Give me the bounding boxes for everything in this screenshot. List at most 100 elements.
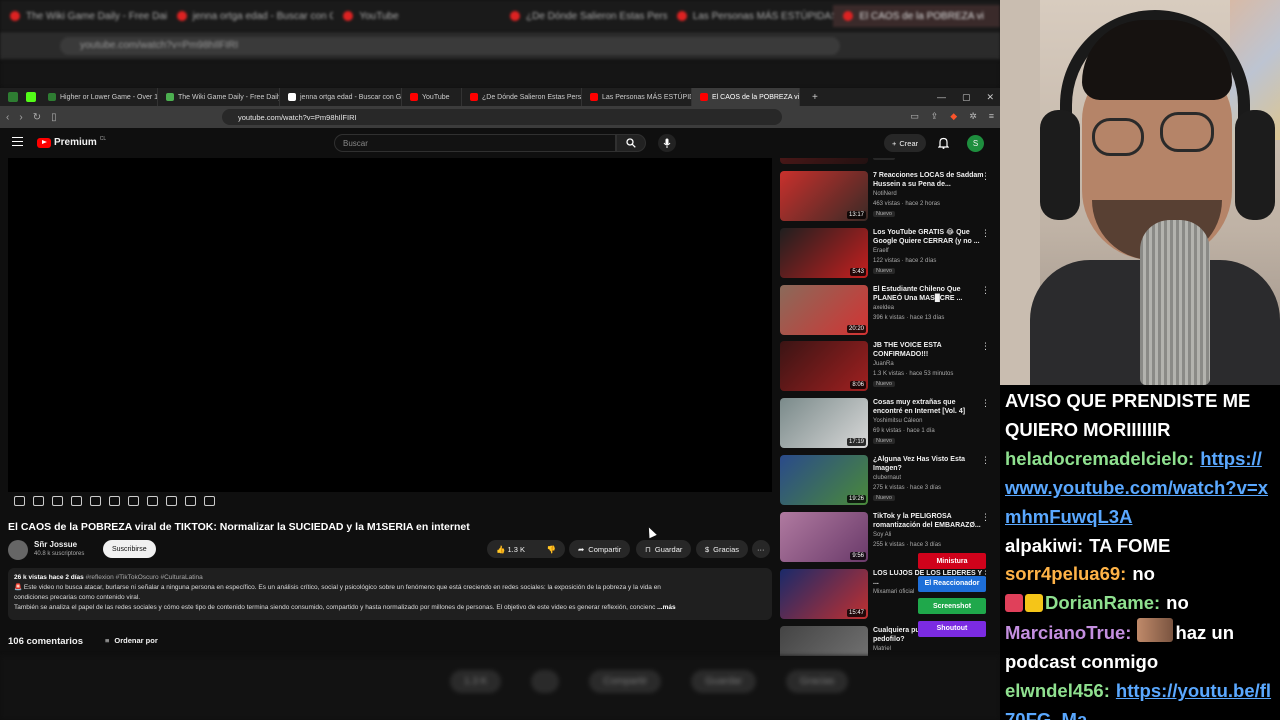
recommended-video[interactable]: Nuevo⋮ <box>780 158 1000 168</box>
subscribe-button[interactable]: Suscribirse <box>103 540 156 558</box>
screenshot-icon[interactable] <box>147 496 158 506</box>
tab[interactable]: The Wiki Game Daily - Free Daily Y <box>158 88 280 106</box>
tab[interactable]: YouTube <box>402 88 462 106</box>
recommended-channel[interactable]: Matriel <box>873 646 891 652</box>
recommended-video[interactable]: 8:06 JB THE VOICE ESTA CONFIRMADO!!! JuanR… <box>780 341 1000 395</box>
voice-search-button[interactable] <box>658 134 676 152</box>
recommended-channel[interactable]: clubernaut <box>873 475 901 481</box>
recommended-video[interactable]: 20:20 El Estudiante Chileno Que PLANEÓ Un… <box>780 285 1000 339</box>
share-icon[interactable]: ⇪ <box>931 111 939 122</box>
chat-username[interactable]: MarcianoTrue: <box>1005 622 1131 643</box>
search-button[interactable] <box>616 134 646 152</box>
flask-icon[interactable] <box>185 496 196 506</box>
dislike-button[interactable]: 👎 <box>547 545 556 554</box>
recommended-channel[interactable]: Mixamari oficial <box>873 589 914 595</box>
recommended-title[interactable]: Cosas muy extrañas que encontré en Inter… <box>873 398 985 416</box>
more-options-icon[interactable]: ⋮ <box>981 228 990 239</box>
save-button[interactable]: ⊓ Guardar <box>636 540 692 558</box>
video-thumbnail[interactable]: 19:26 <box>780 455 868 505</box>
recommended-video[interactable]: 19:26 ¿Alguna Vez Has Visto Esta Imagen? c… <box>780 455 1000 509</box>
more-actions-button[interactable]: ··· <box>752 540 770 558</box>
recommended-channel[interactable]: axeldea <box>873 305 894 311</box>
more-options-icon[interactable]: ⋮ <box>981 285 990 296</box>
video-thumbnail[interactable] <box>780 158 868 164</box>
tab[interactable]: Las Personas MÁS ESTÚPIDAS De <box>582 88 692 106</box>
chat-username[interactable]: heladocremadelcielo: <box>1005 448 1194 469</box>
recommended-title[interactable]: JB THE VOICE ESTA CONFIRMADO!!! <box>873 341 985 359</box>
recommended-title[interactable]: 7 Reacciones LOCAS de Saddam Hussein a s… <box>873 171 985 189</box>
description-box[interactable]: 26 k vistas hace 2 días #reflexion #TikT… <box>8 568 772 620</box>
speed-icon[interactable] <box>109 496 120 506</box>
tab-active[interactable]: El CAOS de la POBREZA viral✕ <box>692 88 800 106</box>
recommended-title[interactable]: ¿Alguna Vez Has Visto Esta Imagen? <box>873 455 985 473</box>
channel-name[interactable]: Sñr Jossue <box>34 540 77 549</box>
hashtags[interactable]: #reflexion #TikTokOscuro #CulturaLatina <box>86 574 203 581</box>
recommended-channel[interactable]: JuanRa <box>873 361 894 367</box>
more-options-icon[interactable]: ⋮ <box>981 455 990 466</box>
overlay-button-el-reaccionador[interactable]: El Reaccionador <box>918 575 986 592</box>
reload-icon[interactable]: ↻ <box>33 112 41 123</box>
back-icon[interactable]: ‹ <box>6 112 9 123</box>
video-player[interactable] <box>8 158 772 492</box>
kick-icon[interactable] <box>26 92 36 102</box>
url-field[interactable]: youtube.com/watch?v=Pm98hIlFIRI <box>222 109 782 125</box>
gear-icon[interactable] <box>204 496 215 506</box>
recommended-channel[interactable]: Eraelf <box>873 248 889 254</box>
camera-icon[interactable] <box>166 496 177 506</box>
video-thumbnail[interactable]: 17:19 <box>780 398 868 448</box>
create-button[interactable]: + Crear <box>884 134 927 152</box>
minimize-icon[interactable]: — <box>937 92 946 103</box>
account-avatar[interactable]: S <box>967 135 984 152</box>
hamburger-menu-icon[interactable] <box>12 137 23 146</box>
clip-icon[interactable] <box>71 496 82 506</box>
chat-username[interactable]: alpakiwi: <box>1005 535 1083 556</box>
recommended-video[interactable]: 17:19 Cosas muy extrañas que encontré en … <box>780 398 1000 452</box>
sidebar-icon[interactable]: ▯ <box>51 112 57 123</box>
share-button[interactable]: ➦ Compartir <box>569 540 631 558</box>
channel-avatar[interactable] <box>8 540 28 560</box>
chat-username[interactable]: DorianRame: <box>1045 592 1160 613</box>
chat-username[interactable]: sorr4pelua69: <box>1005 563 1126 584</box>
more-options-icon[interactable]: ⋮ <box>981 171 990 182</box>
overlay-button-ministura[interactable]: Ministura <box>918 553 986 569</box>
chat-username[interactable]: elwndel456: <box>1005 680 1110 701</box>
extensions-icon[interactable]: ✲ <box>969 111 977 122</box>
audio-icon[interactable] <box>33 496 44 506</box>
tab[interactable]: ¿De Dónde Salieron Estas Persona <box>462 88 582 106</box>
layout-icon[interactable] <box>128 496 139 506</box>
close-window-icon[interactable]: ✕ <box>986 92 994 103</box>
video-thumbnail[interactable]: 15:47 <box>780 569 868 619</box>
tab[interactable]: Higher or Lower Game - Over 100 <box>40 88 158 106</box>
recommended-channel[interactable]: NotiNerd <box>873 191 897 197</box>
cast-icon[interactable]: ▭ <box>910 111 919 122</box>
video-thumbnail[interactable]: 13:17 <box>780 171 868 221</box>
recommended-video[interactable]: 13:17 7 Reacciones LOCAS de Saddam Hussei… <box>780 171 1000 225</box>
more-options-icon[interactable]: ⋮ <box>981 398 990 409</box>
new-tab-icon[interactable]: + <box>812 92 818 103</box>
extension-icon[interactable] <box>8 92 18 102</box>
youtube-logo[interactable]: Premium CL <box>37 136 106 148</box>
sort-comments-button[interactable]: ≡ Ordenar por <box>105 636 158 645</box>
video-thumbnail[interactable]: 9:56 <box>780 512 868 562</box>
more-options-icon[interactable]: ⋮ <box>981 341 990 352</box>
recommended-video[interactable]: 5:43 Los YouTube GRATIS 😂 Que Google Quie… <box>780 228 1000 282</box>
more-options-icon[interactable]: ⋮ <box>981 512 990 523</box>
recommended-title[interactable]: Los YouTube GRATIS 😂 Que Google Quiere C… <box>873 228 985 246</box>
forward-icon[interactable]: › <box>19 112 22 123</box>
recommended-title[interactable]: TikTok y la PELIGROSA romantización del … <box>873 512 985 530</box>
search-input[interactable]: Buscar <box>334 134 616 152</box>
like-button[interactable]: 👍 1.3 K <box>496 545 525 554</box>
recommended-channel[interactable]: Yoshimitsu Cáleon <box>873 418 922 424</box>
thanks-button[interactable]: $ Gracias <box>696 540 749 558</box>
brave-shield-icon[interactable]: ◆ <box>950 111 957 122</box>
overlay-button-shoutout[interactable]: Shoutout <box>918 620 986 637</box>
notifications-button[interactable] <box>937 136 950 154</box>
video-thumbnail[interactable]: 5:43 <box>780 228 868 278</box>
loop-icon[interactable] <box>14 496 25 506</box>
picture-icon[interactable] <box>90 496 101 506</box>
video-thumbnail[interactable]: 8:06 <box>780 341 868 391</box>
recommended-title[interactable]: El Estudiante Chileno Que PLANEÓ Una MAS… <box>873 285 985 303</box>
show-more-link[interactable]: ...más <box>657 604 675 611</box>
overlay-button-screenshot[interactable]: Screenshot <box>918 598 986 614</box>
tab[interactable]: jenna ortga edad - Buscar con Go <box>280 88 402 106</box>
